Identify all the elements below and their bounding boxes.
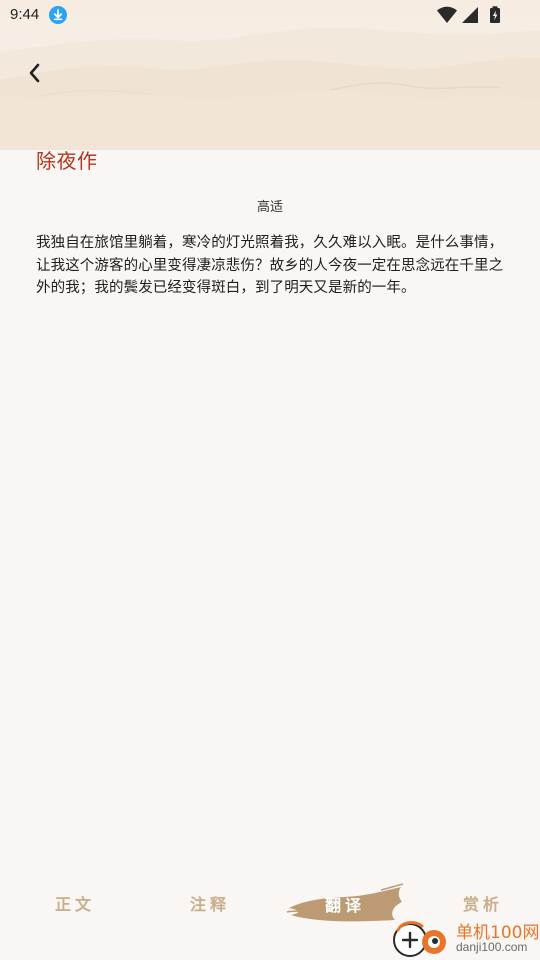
poem-author: 高适 xyxy=(256,200,283,215)
poem-title: 除夜作 xyxy=(36,149,98,173)
poem-translation: 我独自在旅馆里躺着，寒冷的灯光照着我，久久难以入眠。是什么事情，让我这个游客的心… xyxy=(36,235,504,296)
watermark-logo-icon xyxy=(393,921,446,957)
tab-main-text[interactable]: 正文 xyxy=(10,872,140,934)
chevron-left-icon xyxy=(29,63,40,83)
status-icons xyxy=(437,6,500,23)
status-time: 9:44 xyxy=(10,6,40,23)
battery-charging-icon xyxy=(490,6,500,23)
download-badge-icon xyxy=(49,6,67,24)
status-bar: 9:44 xyxy=(0,0,540,32)
back-button[interactable] xyxy=(20,58,50,88)
tab-label: 赏析 xyxy=(462,895,503,914)
wifi-icon xyxy=(437,6,457,23)
tab-label: 翻译 xyxy=(324,896,365,915)
tab-label: 正文 xyxy=(54,895,95,914)
tab-annotation[interactable]: 注释 xyxy=(145,872,275,934)
watermark-url: danji100.com xyxy=(456,940,528,954)
tab-translation[interactable]: 翻译 xyxy=(285,872,405,934)
tab-label: 注释 xyxy=(189,895,230,914)
signal-icon xyxy=(462,7,478,23)
watermark: 单机100网 danji100.com xyxy=(388,916,540,960)
